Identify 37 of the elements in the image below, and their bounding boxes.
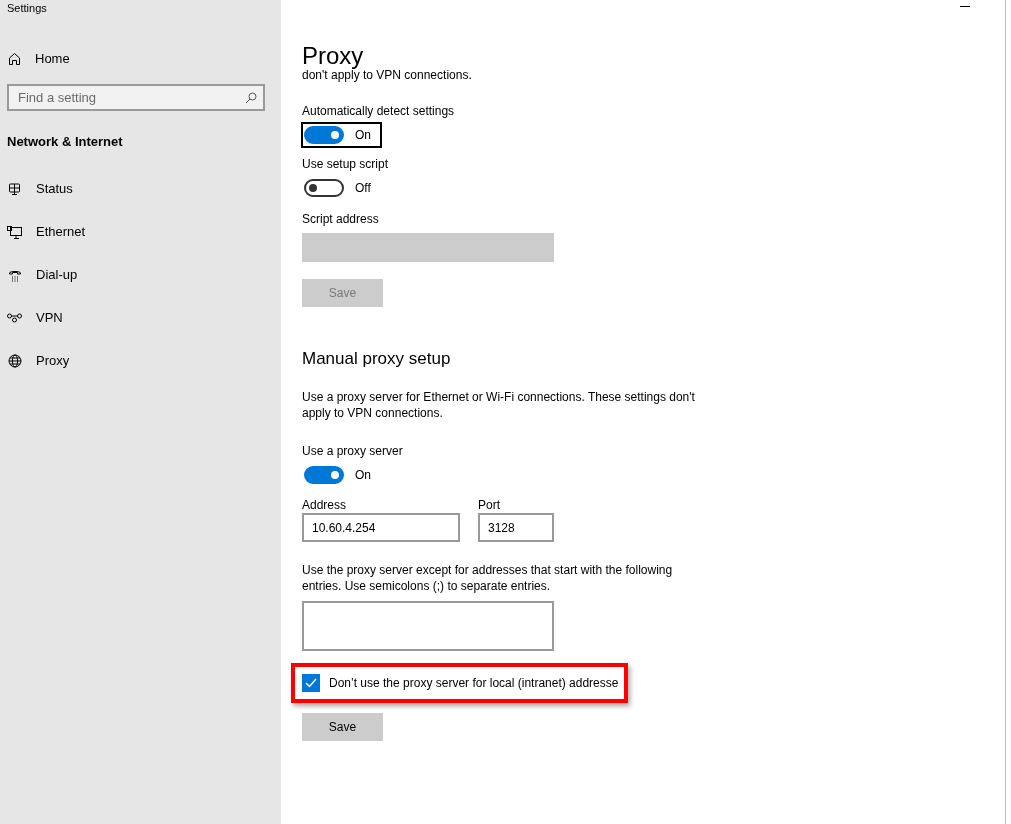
computer-icon [7,225,22,239]
clipped-description: don't apply to VPN connections. [302,69,472,82]
toggle-switch[interactable]: On [301,122,382,148]
checkbox-row[interactable]: Don’t use the proxy server for local (intranet) addresse [291,663,629,703]
checkmark-icon [305,678,317,688]
field-label: Address [302,498,347,513]
address-field[interactable]: 10.60.4.254 [302,513,460,542]
globe-monitor-icon [7,182,22,196]
section-heading: Network & Internet [7,134,123,149]
toggle-switch[interactable]: Off [301,175,382,201]
port-field[interactable]: 3128 [478,513,554,542]
nav-item[interactable]: Ethernet [7,224,86,240]
home-link[interactable]: Home [8,51,70,66]
vpn-icon [7,313,22,323]
phone-icon [7,268,22,282]
page-title: Proxy [302,42,364,69]
toggle-label: Use a proxy server [302,444,403,459]
section-heading: Manual proxy setup [302,348,451,370]
search-icon [245,91,257,104]
nav-item[interactable]: Proxy [7,353,70,369]
description-text: Use the proxy server except for addresses that start with the following entries. Use semicolons (;) to separate entries. [302,562,674,594]
nav-item[interactable]: VPN [7,310,63,326]
window-title: Settings [6,2,47,14]
nav-item[interactable]: Status [7,181,73,197]
description-text: Use a proxy server for Ethernet or Wi-Fi connections. These settings don't apply to VPN connections. [302,389,696,421]
field-label: Port [478,498,500,513]
nav-item[interactable]: Dial-up [7,267,78,283]
toggle-switch[interactable]: On [301,462,382,488]
save-button[interactable]: Save [302,713,383,741]
exceptions-field[interactable] [302,601,554,651]
search-field[interactable]: Find a setting [7,84,265,111]
checkbox[interactable] [302,674,320,692]
toggle-label: Use setup script [302,157,389,172]
field-label: Script address [302,212,379,227]
home-icon [8,52,21,65]
globe-icon [7,354,22,368]
toggle-label: Automatically detect settings [302,104,455,119]
